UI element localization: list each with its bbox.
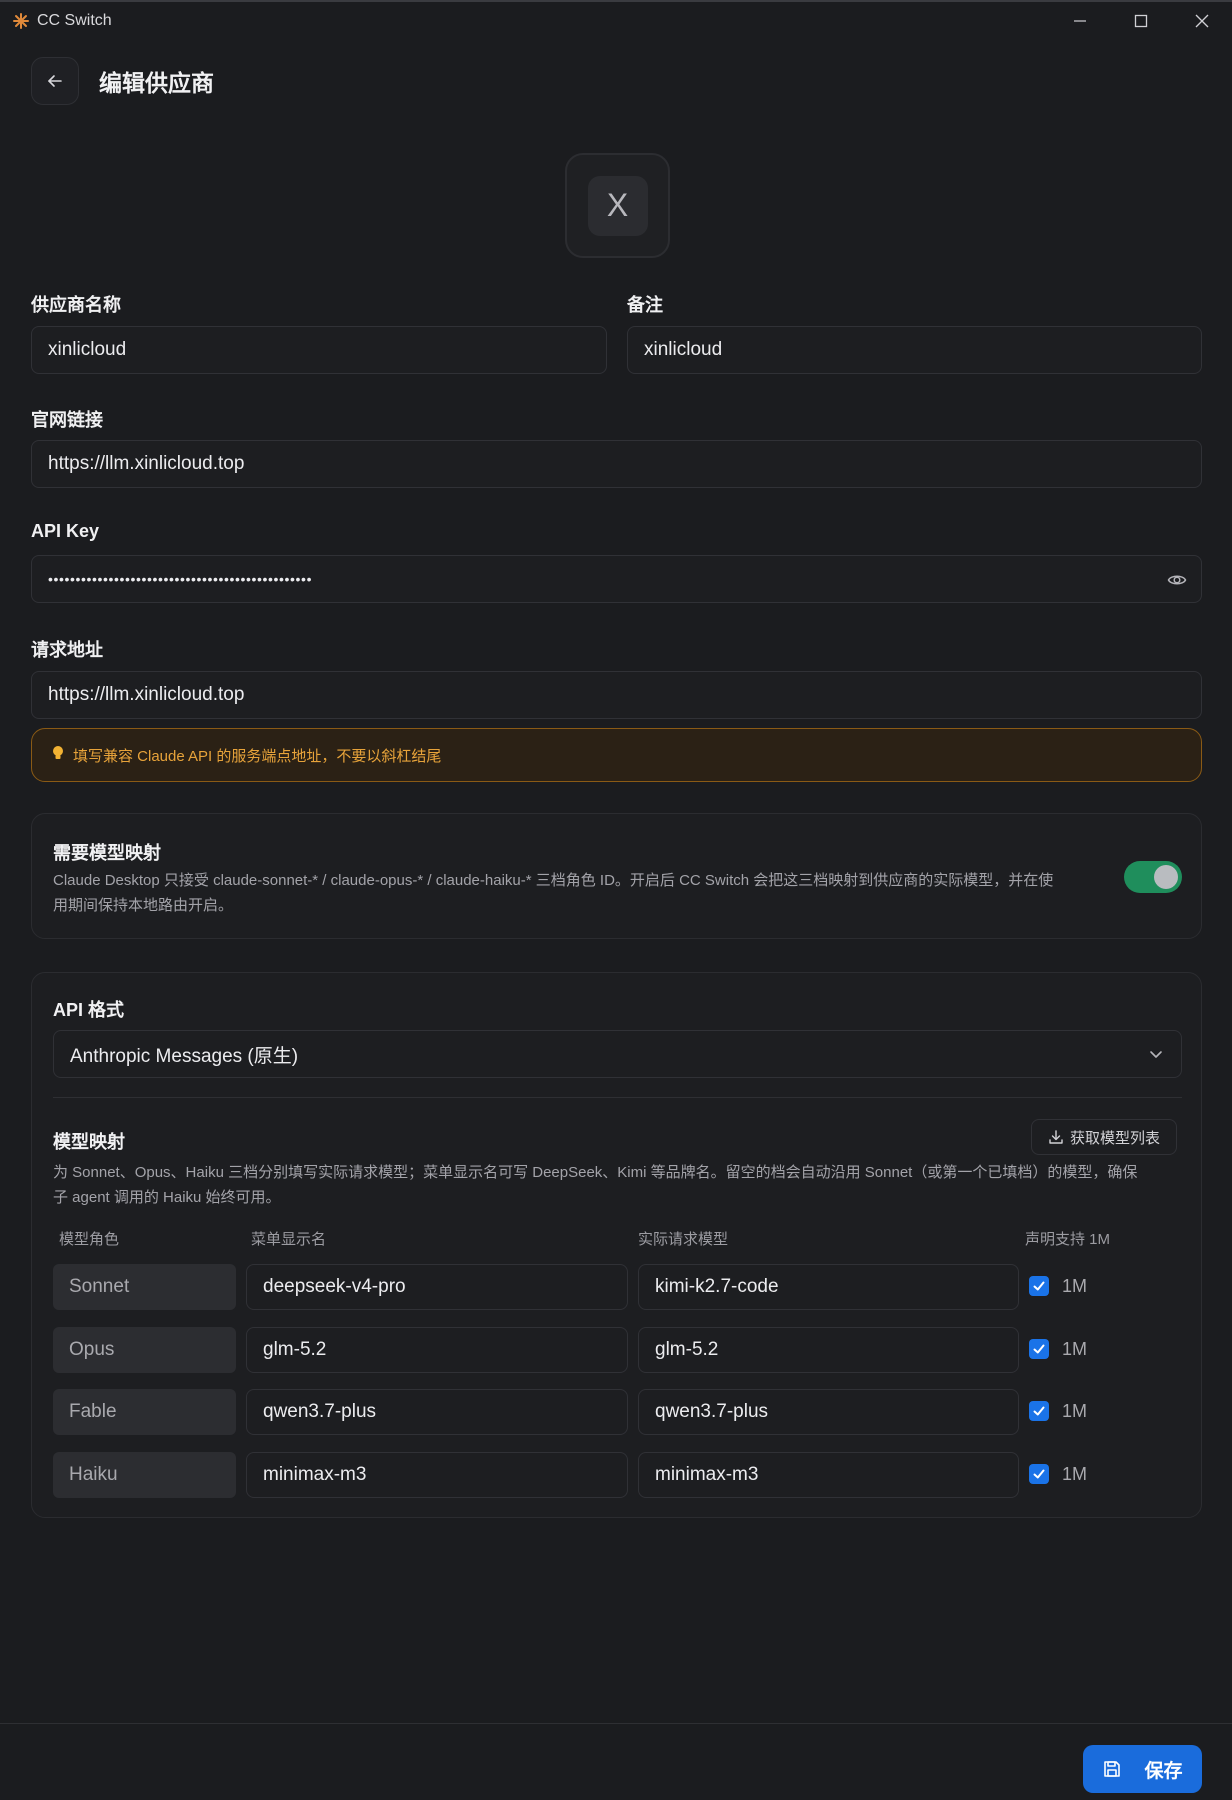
website-label: 官网链接 <box>31 410 103 430</box>
display-name-input[interactable]: deepseek-v4-pro <box>246 1264 628 1310</box>
mapping-toggle-description-line1: Claude Desktop 只接受 claude-sonnet-* / cla… <box>53 872 1054 889</box>
column-header-1m-support: 声明支持 1M <box>1025 1231 1111 1248</box>
api-format-card: API 格式 Anthropic Messages (原生) 模型映射 获取模型… <box>31 972 1202 1518</box>
mapping-toggle-description-line2: 用期间保持本地路由开启。 <box>53 897 234 914</box>
note-label: 备注 <box>627 295 663 315</box>
support-1m-checkbox[interactable] <box>1029 1401 1049 1421</box>
checkmark-icon <box>1033 1469 1045 1479</box>
page-title: 编辑供应商 <box>99 70 214 96</box>
column-header-display-name: 菜单显示名 <box>251 1231 327 1248</box>
api-key-label: API Key <box>31 521 100 541</box>
section-divider <box>53 1097 1182 1098</box>
window-title: CC Switch <box>37 12 112 29</box>
eye-icon[interactable] <box>1167 570 1187 596</box>
hint-text: 填写兼容 Claude API 的服务端点地址，不要以斜杠结尾 <box>73 747 442 765</box>
api-key-value: ••••••••••••••••••••••••••••••••••••••••… <box>48 571 313 587</box>
role-label-fable: Fable <box>53 1389 236 1435</box>
support-1m-checkbox[interactable] <box>1029 1339 1049 1359</box>
chevron-down-icon <box>1147 1045 1165 1069</box>
download-icon <box>1049 1130 1063 1144</box>
toggle-knob <box>1154 865 1178 889</box>
floppy-disk-icon <box>1104 1761 1121 1777</box>
role-label-opus: Opus <box>53 1327 236 1373</box>
display-name-value: deepseek-v4-pro <box>263 1276 406 1297</box>
request-model-input[interactable]: kimi-k2.7-code <box>638 1264 1019 1310</box>
provider-icon: X <box>587 175 648 236</box>
note-input[interactable]: xinlicloud <box>627 326 1202 374</box>
support-1m-checkbox[interactable] <box>1029 1464 1049 1484</box>
footer-divider <box>0 1723 1232 1724</box>
endpoint-label: 请求地址 <box>31 640 103 660</box>
save-label: 保存 <box>1144 1760 1183 1782</box>
request-model-value: glm-5.2 <box>655 1339 719 1360</box>
api-format-selected: Anthropic Messages (原生) <box>70 1045 299 1067</box>
request-model-input[interactable]: minimax-m3 <box>638 1452 1019 1498</box>
api-format-select[interactable]: Anthropic Messages (原生) <box>53 1030 1182 1078</box>
endpoint-input[interactable]: https://llm.xinlicloud.top <box>31 671 1202 719</box>
checkmark-icon <box>1033 1406 1045 1416</box>
model-mapping-toggle-card: 需要模型映射 Claude Desktop 只接受 claude-sonnet-… <box>31 813 1202 939</box>
model-mapping-description: 为 Sonnet、Opus、Haiku 三档分别填写实际请求模型；菜单显示名可写… <box>53 1160 1188 1210</box>
provider-name-label: 供应商名称 <box>31 295 121 315</box>
api-key-input[interactable]: ••••••••••••••••••••••••••••••••••••••••… <box>31 555 1202 603</box>
model-mapping-description-line1: 为 Sonnet、Opus、Haiku 三档分别填写实际请求模型；菜单显示名可写… <box>53 1164 1138 1181</box>
request-model-value: kimi-k2.7-code <box>655 1276 779 1297</box>
checkmark-icon <box>1033 1281 1045 1291</box>
note-value: xinlicloud <box>644 339 723 360</box>
arrow-left-icon <box>48 75 62 87</box>
request-model-value: qwen3.7-plus <box>655 1401 769 1422</box>
save-button[interactable]: 保存 <box>1083 1745 1202 1793</box>
request-model-input[interactable]: qwen3.7-plus <box>638 1389 1019 1435</box>
back-button[interactable] <box>31 57 79 105</box>
column-header-request-model: 实际请求模型 <box>638 1231 729 1248</box>
model-mapping-description-line2: 子 agent 调用的 Haiku 始终可用。 <box>53 1189 281 1206</box>
fetch-models-button[interactable]: 获取模型列表 <box>1031 1119 1178 1155</box>
endpoint-value: https://llm.xinlicloud.top <box>48 684 245 705</box>
display-name-input[interactable]: qwen3.7-plus <box>246 1389 628 1435</box>
website-value: https://llm.xinlicloud.top <box>48 453 245 474</box>
title-bar: CC Switch <box>0 0 1232 40</box>
mapping-toggle-description: Claude Desktop 只接受 claude-sonnet-* / cla… <box>53 868 1083 918</box>
display-name-value: glm-5.2 <box>263 1339 327 1360</box>
provider-icon-picker[interactable]: X <box>565 153 670 258</box>
endpoint-hint: 填写兼容 Claude API 的服务端点地址，不要以斜杠结尾 <box>31 728 1202 782</box>
model-mapping-title: 模型映射 <box>53 1132 125 1152</box>
display-name-input[interactable]: glm-5.2 <box>246 1327 628 1373</box>
role-label-sonnet: Sonnet <box>53 1264 236 1310</box>
website-input[interactable]: https://llm.xinlicloud.top <box>31 440 1202 488</box>
maximize-button[interactable] <box>1110 2 1171 40</box>
mapping-toggle-title: 需要模型映射 <box>53 843 161 863</box>
support-1m-checkbox[interactable] <box>1029 1276 1049 1296</box>
request-model-value: minimax-m3 <box>655 1464 759 1485</box>
request-model-input[interactable]: glm-5.2 <box>638 1327 1019 1373</box>
column-header-role: 模型角色 <box>59 1231 120 1248</box>
display-name-input[interactable]: minimax-m3 <box>246 1452 628 1498</box>
lightbulb-icon <box>52 745 64 765</box>
fetch-models-label: 获取模型列表 <box>1070 1129 1161 1147</box>
support-1m-label: 1M <box>1062 1276 1088 1296</box>
support-1m-label: 1M <box>1062 1464 1088 1484</box>
provider-name-input[interactable]: xinlicloud <box>31 326 607 374</box>
support-1m-label: 1M <box>1062 1339 1088 1359</box>
close-button[interactable] <box>1171 2 1232 40</box>
page-header: 编辑供应商 <box>31 57 214 105</box>
checkmark-icon <box>1033 1344 1045 1354</box>
provider-name-value: xinlicloud <box>48 339 127 360</box>
model-mapping-toggle[interactable] <box>1124 861 1182 893</box>
display-name-value: minimax-m3 <box>263 1464 367 1485</box>
app-logo-icon <box>13 13 29 29</box>
minimize-button[interactable] <box>1049 2 1110 40</box>
role-label-haiku: Haiku <box>53 1452 236 1498</box>
support-1m-label: 1M <box>1062 1401 1088 1421</box>
api-format-label: API 格式 <box>53 1000 125 1020</box>
display-name-value: qwen3.7-plus <box>263 1401 377 1422</box>
